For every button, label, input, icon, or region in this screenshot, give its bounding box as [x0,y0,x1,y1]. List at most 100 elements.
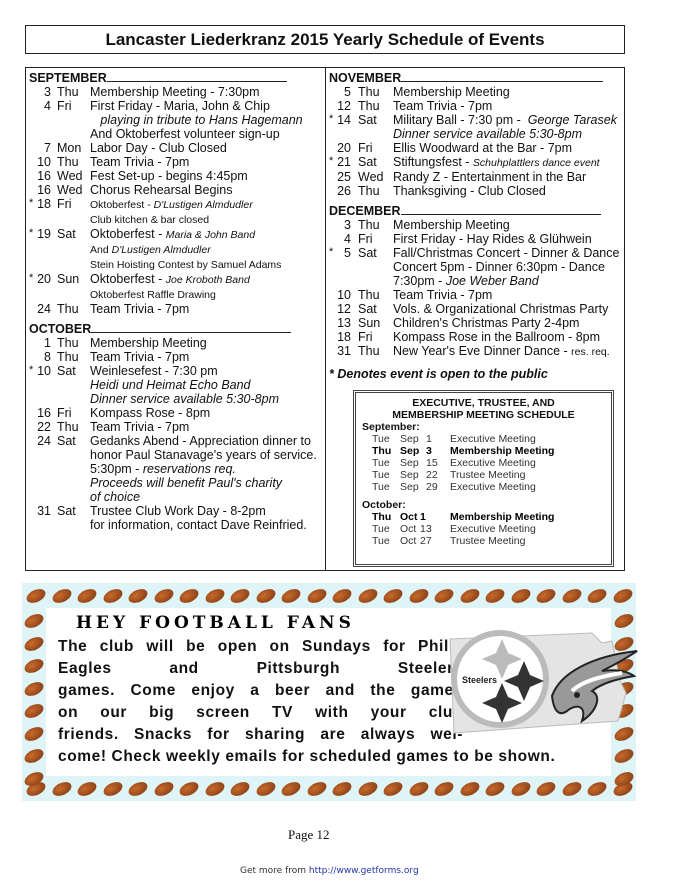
event-text: And [90,244,112,256]
event-text: Stein Hoisting Contest by Samuel Adams [90,259,282,271]
event-day: 12 [337,99,351,113]
event-text: Team Trivia - 7pm [393,99,493,113]
event-day: 8 [44,350,51,364]
public-star: * [329,155,334,167]
event-row: 1 Thu Membership Meeting [29,336,323,350]
football-icon [508,779,533,799]
football-icon [49,779,74,799]
event-text: Gedanks Abend - Appreciation dinner to [90,434,311,448]
football-icon [202,779,227,799]
football-icon [432,779,456,799]
football-icon [330,586,354,606]
event-text: Kompass Rose - 8pm [90,406,211,420]
event-text: Membership Meeting [393,85,510,99]
meeting-row: Tue Sep 29 Executive Meeting [362,481,605,493]
event-weekday: Fri [358,141,373,155]
meeting-row: Tue Oct 13 Executive Meeting [362,523,605,535]
event-day: 14 [337,113,351,127]
event-row: 4 Fri First Friday - Hay Rides & Glühwein [329,232,623,246]
event-row: 24 Thu Team Trivia - 7pm [29,302,323,316]
football-icon [22,656,46,676]
event-text: Thanksgiving - Club Closed [393,184,546,198]
event-day: 10 [37,364,51,378]
football-icon [457,586,482,606]
event-day: 10 [337,288,351,302]
event-text: Team Trivia - 7pm [393,288,493,302]
event-line: Kompass Rose - 8pm [29,406,323,420]
event-line: And Oktoberfest volunteer sign-up [29,127,323,141]
public-star: * [29,227,34,239]
football-icon [381,779,405,799]
event-weekday: Thu [358,344,380,358]
event-weekday: Thu [358,218,380,232]
month-underline [400,204,601,215]
event-day: 7 [44,141,51,155]
event-weekday: Thu [57,302,79,316]
page-title: Lancaster Liederkranz 2015 Yearly Schedu… [25,25,625,54]
event-weekday: Sat [358,155,377,169]
event-row: 12 Sat Vols. & Organizational Christmas Pa… [329,302,623,316]
event-row: 25 Wed Randy Z - Entertainment in the Bar [329,170,623,184]
event-weekday: Sat [57,227,76,241]
event-row: * 14 Sat Military Ball - 7:30 pm - George T… [329,113,623,141]
event-day: 5 [344,85,351,99]
month-header: SEPTEMBER [29,71,323,85]
event-weekday: Sat [57,504,76,518]
footer-link[interactable]: http://www.getforms.org [309,866,419,876]
football-icon [355,586,380,606]
event-weekday: Sat [57,434,76,448]
event-text: Ellis Woodward at the Bar - 7pm [393,141,573,155]
event-weekday: Sat [57,364,76,378]
event-line: of choice [29,490,323,504]
event-weekday: Sun [358,316,381,330]
event-text: Dinner service available 5:30-8pm [90,392,279,406]
event-line: for information, contact Dave Reinfried. [29,518,323,532]
steelers-logo-icon: Steelers [451,630,549,728]
event-weekday: Fri [358,330,373,344]
meeting-dow: Tue [372,433,390,445]
event-row: 20 Fri Ellis Woodward at the Bar - 7pm [329,141,623,155]
football-icon [177,779,201,799]
football-line: The club will be open on Sundays for Phi… [58,638,463,655]
event-day: 3 [44,85,51,99]
meeting-type: Executive Meeting [450,481,536,493]
event-text: Randy Z - Entertainment in the Bar [393,170,587,184]
meeting-day: 1 [420,511,426,523]
football-icon [253,779,278,799]
left-column: SEPTEMBER 3 Thu Membership Meeting - 7:30pm… [29,71,323,532]
event-row: * 20 Sun Oktoberfest - Joe Kroboth Band Okto… [29,272,323,302]
event-row: 31 Thu New Year's Eve Dinner Dance - res. … [329,344,623,359]
football-icon [559,586,584,606]
event-line: Dinner service available 5:30-8pm [29,392,323,406]
event-text: Chorus Rehearsal Begins [90,183,233,197]
meeting-month: September: [362,421,420,433]
event-row: * 21 Sat Stiftungsfest - Schuhplattlers dan… [329,155,623,170]
football-line: friends. Snacks for sharing are always w… [58,726,463,743]
event-row: * 5 Sat Fall/Christmas Concert - Dinner & D… [329,246,623,288]
event-day: 21 [337,155,351,169]
football-icon [75,779,99,799]
football-line: on our big screen TV with your club [58,704,463,721]
month-name: OCTOBER [29,322,92,336]
football-icon [279,779,303,799]
event-text: Stiftungsfest - [393,155,473,169]
meeting-mon: Sep [400,445,420,457]
month-underline [106,71,287,82]
football-icon [100,779,125,799]
public-star: * [29,197,34,209]
event-row: 5 Thu Membership Meeting [329,85,623,99]
event-day: 19 [37,227,51,241]
football-icon [22,678,46,699]
event-row: * 18 Fri Oktoberfest - D'Lustigen Almdudler… [29,197,323,227]
event-text: Maria & John Band [165,229,256,241]
public-star: * [329,113,334,125]
football-icon [355,779,380,799]
event-day: 4 [44,99,51,113]
football-icon [585,586,609,606]
football-line: games. Come enjoy a beer and the games [58,682,463,699]
event-text: of choice [90,490,141,504]
event-weekday: Thu [57,155,79,169]
football-icon [483,779,507,799]
event-day: 26 [337,184,351,198]
event-row: 10 Thu Team Trivia - 7pm [329,288,623,302]
